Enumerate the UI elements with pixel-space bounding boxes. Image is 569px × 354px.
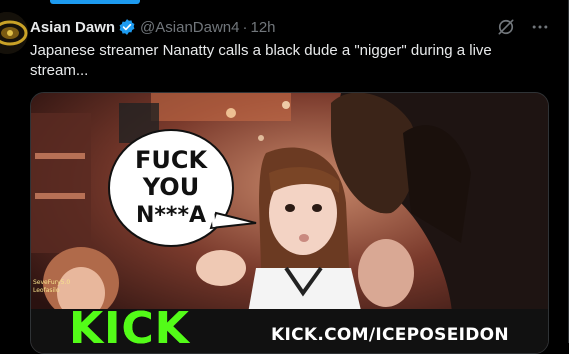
kick-url: KICK.COM/ICEPOSEIDON	[271, 325, 509, 345]
active-tab-indicator	[50, 0, 140, 4]
tweet-header: Asian Dawn @AsianDawn4 · 12h	[30, 16, 549, 38]
speech-bubble-line-1: FUCK	[135, 146, 208, 174]
author-handle[interactable]: @AsianDawn4	[140, 19, 239, 36]
stream-chat-overlay: SeveFury5.0 Leofasilo	[33, 279, 71, 295]
author-display-name[interactable]: Asian Dawn	[30, 19, 115, 36]
tweet-media[interactable]: FUCK YOU N***A SeveFury5.0 Leofasilo KIC…	[30, 92, 549, 354]
verified-badge-icon	[118, 18, 136, 36]
stream-banner: KICK KICK.COM/ICEPOSEIDON	[31, 303, 548, 354]
more-options-icon[interactable]	[529, 16, 551, 38]
tweet-timestamp[interactable]: 12h	[250, 19, 275, 36]
tweet-text: Japanese streamer Nanatty calls a black …	[30, 42, 492, 79]
tweet-actions	[495, 16, 551, 38]
speech-bubble-line-3: N***A	[136, 203, 206, 228]
chat-line: Leofasilo	[33, 287, 60, 294]
chat-line: SeveFury5.0	[33, 279, 71, 286]
kick-logo: KICK	[69, 303, 190, 354]
separator-dot: ·	[242, 18, 248, 36]
grok-icon[interactable]	[495, 16, 517, 38]
avatar[interactable]	[0, 12, 28, 54]
speech-bubble-line-2: YOU	[142, 173, 199, 201]
